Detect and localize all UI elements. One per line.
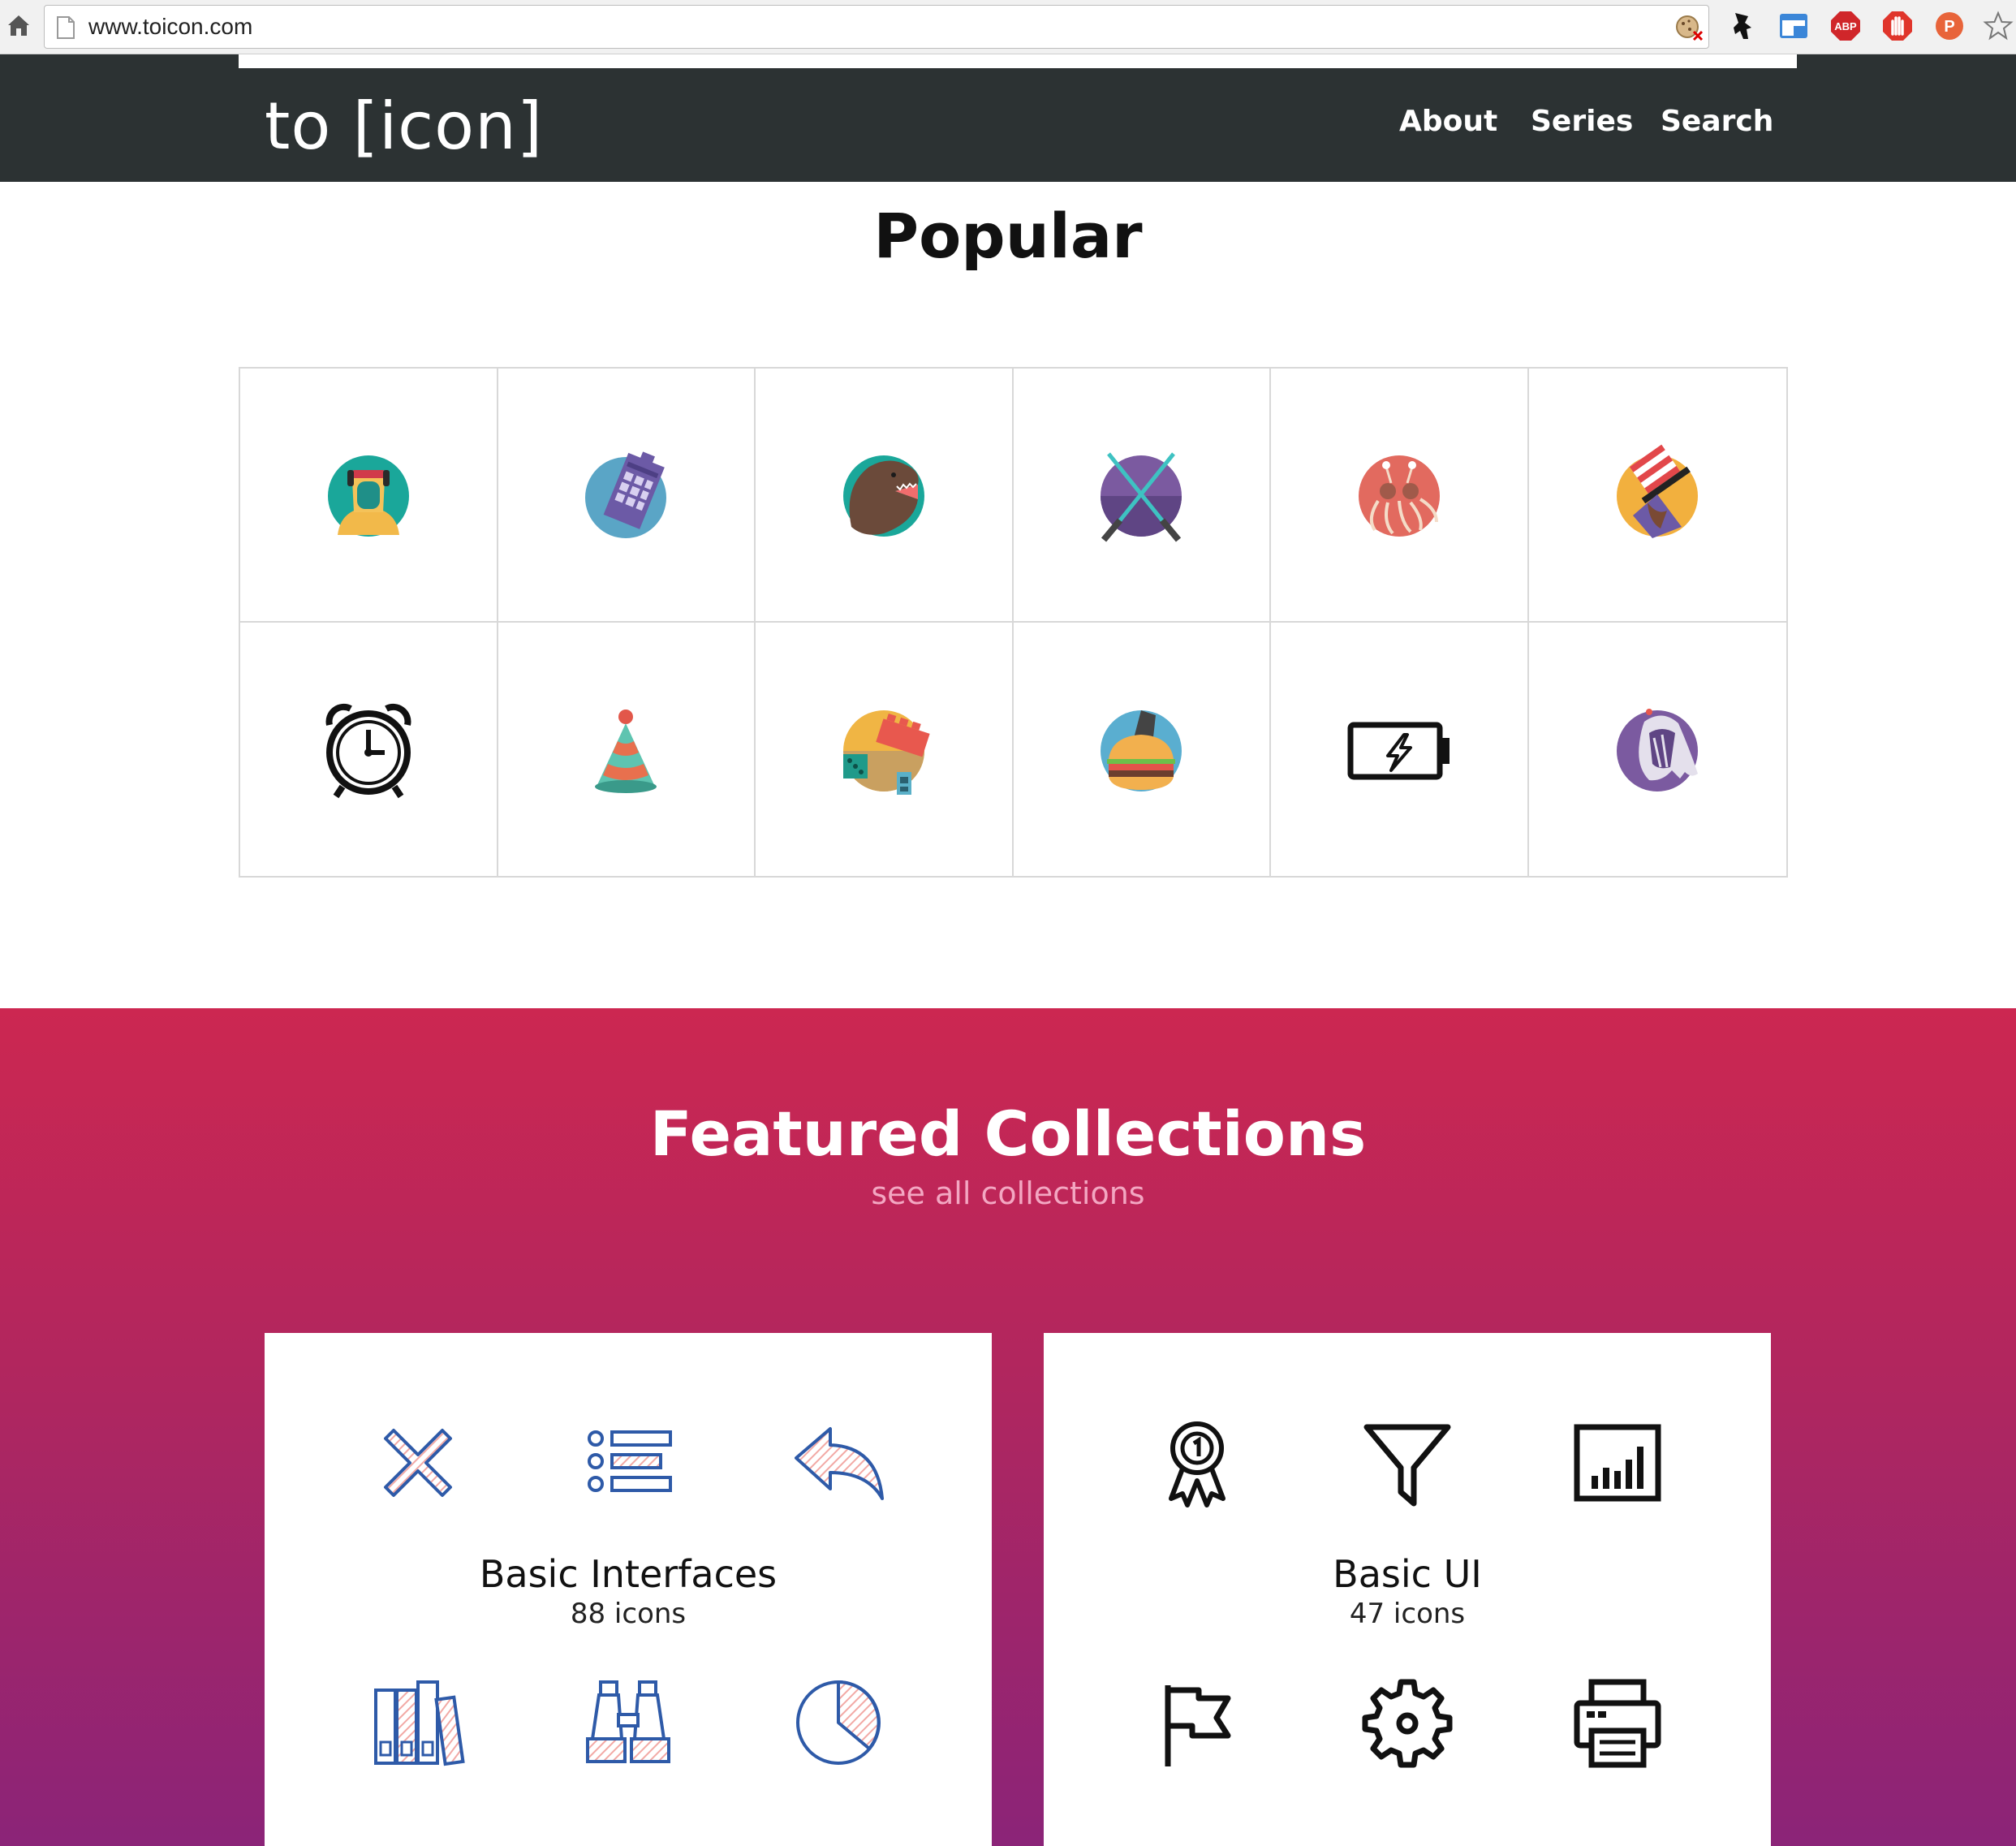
pocket-p-icon[interactable]: P — [1933, 10, 1966, 42]
collection-count: 88 icons — [570, 1598, 687, 1630]
icon-tile[interactable] — [498, 369, 756, 623]
nav-search[interactable]: Search — [1661, 105, 1773, 138]
collection-card-basic-interfaces[interactable]: Basic Interfaces 88 icons — [265, 1333, 992, 1846]
popular-icon-grid — [239, 367, 1788, 878]
icon-tile[interactable] — [1271, 369, 1529, 623]
bookmark-star-icon[interactable] — [1982, 10, 2014, 42]
close-x-icon — [384, 1429, 453, 1497]
t-rex-icon — [842, 455, 924, 537]
icon-tile[interactable] — [1013, 369, 1271, 623]
nav-series[interactable]: Series — [1531, 105, 1633, 138]
crossed-lightsabers-icon — [1101, 452, 1182, 542]
burger-icon — [1101, 710, 1182, 791]
toy-blocks-icon — [842, 710, 930, 795]
party-hat-icon — [595, 709, 657, 793]
bar-chart-icon — [1574, 1424, 1661, 1502]
hand-stop-icon[interactable] — [1881, 10, 1914, 42]
url-text: www.toicon.com — [88, 14, 253, 39]
window-icon[interactable] — [1777, 10, 1810, 42]
pie-chart-icon — [795, 1680, 881, 1765]
ninja-icon[interactable] — [1727, 10, 1760, 42]
svg-text:ABP: ABP — [1834, 20, 1857, 32]
icon-tile[interactable] — [240, 369, 498, 623]
gear-icon — [1362, 1679, 1453, 1768]
printer-icon — [1574, 1679, 1661, 1768]
icon-tile[interactable] — [756, 369, 1014, 623]
nav-about[interactable]: About — [1399, 105, 1497, 138]
collection-name: Basic UI — [1333, 1552, 1482, 1596]
featured-heading: Featured Collections — [649, 1098, 1367, 1170]
icon-tile[interactable] — [756, 622, 1014, 876]
list-icon — [587, 1430, 672, 1492]
binders-icon — [374, 1680, 466, 1766]
flag-icon — [1165, 1685, 1231, 1766]
site-header: to [icon] About Series Search — [0, 54, 2016, 182]
hooded-astronaut-icon — [327, 455, 409, 537]
filter-funnel-icon — [1363, 1424, 1451, 1507]
binoculars-icon — [585, 1680, 670, 1763]
bandit-mask-icon — [1617, 444, 1699, 539]
ghost-bride-icon — [1617, 708, 1699, 791]
page-icon — [57, 16, 75, 39]
icon-tile[interactable] — [1014, 622, 1271, 876]
home-icon[interactable] — [5, 11, 32, 39]
icon-tile[interactable] — [240, 622, 498, 876]
award-ribbon-icon — [1169, 1421, 1226, 1507]
reply-arrow-icon — [794, 1427, 884, 1500]
collection-card-basic-ui[interactable]: Basic UI 47 icons — [1044, 1333, 1771, 1846]
cookie-blocked-icon[interactable] — [1674, 14, 1704, 41]
icon-tile[interactable] — [1271, 622, 1529, 876]
phone-booth-icon — [585, 451, 667, 539]
alarm-clock-icon — [325, 703, 411, 798]
featured-collections-section: Featured Collections see all collections… — [0, 1008, 2016, 1846]
site-logo[interactable]: to [icon] — [265, 88, 543, 164]
collection-name: Basic Interfaces — [479, 1552, 778, 1596]
icon-tile[interactable] — [1529, 623, 1787, 877]
spaghetti-monster-icon — [1358, 455, 1440, 537]
collection-count: 47 icons — [1349, 1598, 1466, 1630]
popular-heading: Popular — [873, 200, 1143, 272]
address-bar[interactable]: www.toicon.com — [44, 5, 1709, 49]
header-strip — [239, 54, 1797, 68]
battery-charging-icon — [1347, 722, 1450, 780]
icon-tile[interactable] — [1528, 369, 1786, 623]
icon-tile[interactable] — [498, 622, 756, 876]
svg-text:P: P — [1944, 18, 1954, 36]
see-all-collections-link[interactable]: see all collections — [0, 1175, 2016, 1211]
browser-toolbar: www.toicon.com ABP P — [0, 0, 2016, 54]
adblock-plus-icon[interactable]: ABP — [1829, 10, 1862, 42]
